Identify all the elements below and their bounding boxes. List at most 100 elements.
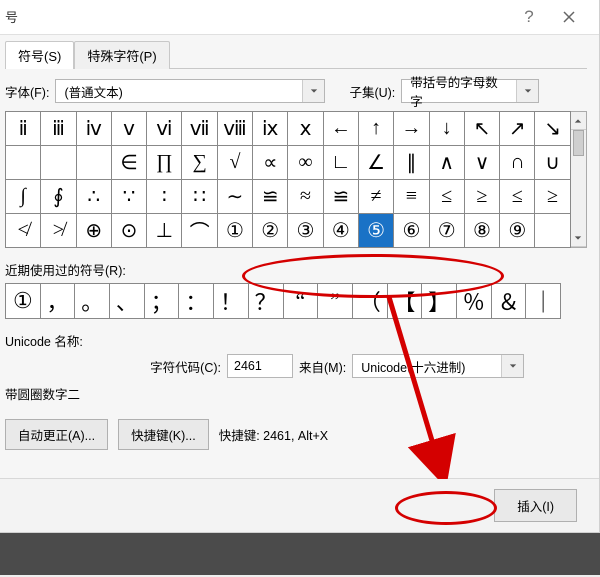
symbol-cell[interactable]: ⊥ — [147, 214, 182, 248]
recent-cell[interactable]: ” — [317, 283, 353, 319]
symbol-cell[interactable] — [77, 146, 112, 180]
symbol-cell[interactable] — [41, 146, 76, 180]
recent-cell[interactable]: ？ — [248, 283, 284, 319]
recent-cell[interactable]: ！ — [213, 283, 249, 319]
recent-cell[interactable]: ； — [144, 283, 180, 319]
symbol-cell[interactable]: ∫ — [6, 180, 41, 214]
symbol-cell[interactable]: ⅷ — [218, 112, 253, 146]
scroll-track[interactable] — [571, 130, 586, 229]
symbol-cell[interactable]: ≌ — [324, 180, 359, 214]
symbol-cell[interactable]: ∨ — [465, 146, 500, 180]
symbol-cell[interactable]: ⑧ — [465, 214, 500, 248]
font-label: 字体(F): — [5, 82, 49, 101]
recent-cell[interactable]: ＆ — [491, 283, 527, 319]
recent-cell[interactable]: 、 — [109, 283, 145, 319]
symbol-cell[interactable]: ⊕ — [77, 214, 112, 248]
symbol-cell[interactable]: ≮ — [6, 214, 41, 248]
symbol-cell[interactable]: ∮ — [41, 180, 76, 214]
font-combo[interactable]: (普通文本) — [55, 79, 325, 103]
symbol-cell[interactable]: ① — [218, 214, 253, 248]
symbol-cell[interactable]: ⅸ — [253, 112, 288, 146]
symbol-grid: ⅱⅲⅳⅴⅵⅶⅷⅸⅹ←↑→↓↖↗↘∈∏∑√∝∞∟∠∥∧∨∩∪∫∮∴∵∶∷∼≌≈≌≠… — [5, 111, 571, 248]
symbol-cell[interactable]: ∈ — [112, 146, 147, 180]
symbol-cell[interactable]: ∪ — [535, 146, 570, 180]
subset-combo[interactable]: 带括号的字母数字 — [401, 79, 539, 103]
symbol-cell[interactable]: ∴ — [77, 180, 112, 214]
recent-cell[interactable]: 】 — [421, 283, 457, 319]
symbol-cell[interactable]: ∧ — [430, 146, 465, 180]
close-button[interactable] — [549, 2, 589, 32]
symbol-cell[interactable]: ↘ — [535, 112, 570, 146]
symbol-cell[interactable]: ④ — [324, 214, 359, 248]
symbol-cell[interactable]: ⅹ — [288, 112, 323, 146]
symbol-cell[interactable] — [535, 214, 570, 248]
symbol-cell[interactable]: ⅱ — [6, 112, 41, 146]
symbol-cell[interactable]: ③ — [288, 214, 323, 248]
symbol-cell[interactable]: ∷ — [182, 180, 217, 214]
symbol-cell[interactable]: ⅶ — [182, 112, 217, 146]
recent-cell[interactable]: ％ — [456, 283, 492, 319]
symbol-cell[interactable]: √ — [218, 146, 253, 180]
symbol-cell[interactable]: ↓ — [430, 112, 465, 146]
symbol-cell[interactable]: → — [394, 112, 429, 146]
symbol-cell[interactable]: ∥ — [394, 146, 429, 180]
symbol-cell[interactable]: ⑨ — [500, 214, 535, 248]
scroll-up-icon[interactable] — [571, 112, 586, 130]
symbol-cell[interactable]: ∞ — [288, 146, 323, 180]
symbol-cell[interactable]: ⅳ — [77, 112, 112, 146]
symbol-dialog: 号 ? 符号(S) 特殊字符(P) 字体(F): (普通文本) 子集(U): 带… — [0, 0, 600, 533]
scroll-down-icon[interactable] — [571, 229, 586, 247]
symbol-cell[interactable]: ↖ — [465, 112, 500, 146]
insert-button[interactable]: 插入(I) — [494, 489, 577, 522]
symbol-cell[interactable]: ↑ — [359, 112, 394, 146]
symbol-cell[interactable]: ∼ — [218, 180, 253, 214]
symbol-cell[interactable]: ⊙ — [112, 214, 147, 248]
grid-scrollbar[interactable] — [571, 111, 587, 248]
symbol-cell[interactable]: ≥ — [465, 180, 500, 214]
symbol-cell[interactable]: ∟ — [324, 146, 359, 180]
symbol-cell[interactable]: ↗ — [500, 112, 535, 146]
symbol-cell[interactable] — [6, 146, 41, 180]
from-combo[interactable]: Unicode(十六进制) — [352, 354, 524, 378]
symbol-cell[interactable]: ⑤ — [359, 214, 394, 248]
recent-cell[interactable]: 【 — [387, 283, 423, 319]
recent-cell[interactable]: ， — [40, 283, 76, 319]
recent-cell[interactable]: ① — [5, 283, 41, 319]
symbol-cell[interactable]: ⅵ — [147, 112, 182, 146]
symbol-cell[interactable]: ≯ — [41, 214, 76, 248]
symbol-cell[interactable]: ⅴ — [112, 112, 147, 146]
symbol-cell[interactable]: ⅲ — [41, 112, 76, 146]
symbol-cell[interactable]: ≤ — [430, 180, 465, 214]
recent-cell[interactable]: 。 — [74, 283, 110, 319]
symbol-cell[interactable]: ← — [324, 112, 359, 146]
symbol-cell[interactable]: ∏ — [147, 146, 182, 180]
symbol-cell[interactable]: ∩ — [500, 146, 535, 180]
symbol-cell[interactable]: ∝ — [253, 146, 288, 180]
recent-cell[interactable]: ： — [178, 283, 214, 319]
autocorrect-button[interactable]: 自动更正(A)... — [5, 419, 108, 450]
help-button[interactable]: ? — [509, 2, 549, 32]
symbol-cell[interactable]: ∠ — [359, 146, 394, 180]
recent-cell[interactable]: ｜ — [525, 283, 561, 319]
symbol-cell[interactable]: ∑ — [182, 146, 217, 180]
symbol-cell[interactable]: ∶ — [147, 180, 182, 214]
symbol-cell[interactable]: ≌ — [253, 180, 288, 214]
symbol-cell[interactable]: ≠ — [359, 180, 394, 214]
button-row: 自动更正(A)... 快捷键(K)... 快捷键: 2461, Alt+X — [5, 419, 587, 450]
char-code-input[interactable]: 2461 — [227, 354, 293, 378]
symbol-cell[interactable]: ≥ — [535, 180, 570, 214]
tab-special[interactable]: 特殊字符(P) — [74, 41, 169, 69]
symbol-cell[interactable]: ≡ — [394, 180, 429, 214]
symbol-cell[interactable]: ② — [253, 214, 288, 248]
recent-cell[interactable]: “ — [283, 283, 319, 319]
symbol-cell[interactable]: ⑦ — [430, 214, 465, 248]
symbol-cell[interactable]: ≈ — [288, 180, 323, 214]
symbol-cell[interactable]: ⑥ — [394, 214, 429, 248]
symbol-cell[interactable]: ≤ — [500, 180, 535, 214]
symbol-cell[interactable]: ⌒ — [182, 214, 217, 248]
recent-cell[interactable]: （ — [352, 283, 388, 319]
shortcut-button[interactable]: 快捷键(K)... — [118, 419, 209, 450]
tab-symbols[interactable]: 符号(S) — [5, 41, 74, 69]
scroll-thumb[interactable] — [573, 130, 584, 156]
symbol-cell[interactable]: ∵ — [112, 180, 147, 214]
